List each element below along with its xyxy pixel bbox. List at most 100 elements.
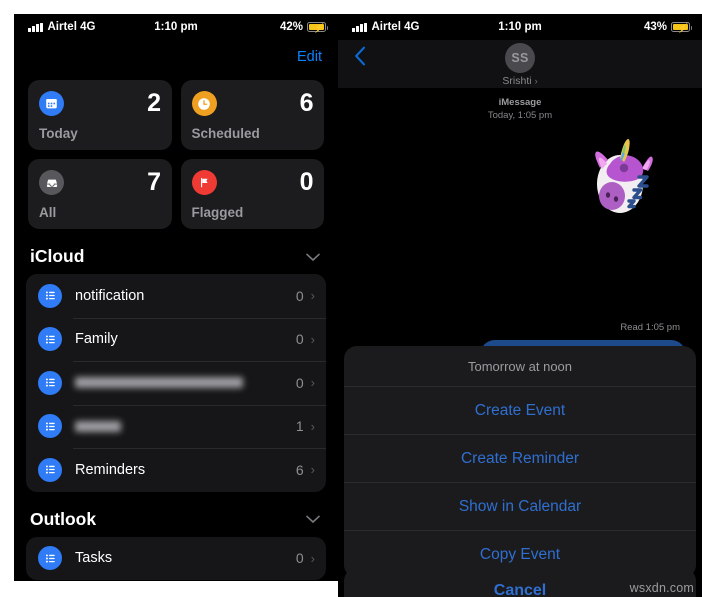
message-thread: iMessage Today, 1:05 pm Read 1:05 pm <box>338 88 702 388</box>
list-item-count: 0 <box>295 550 304 567</box>
chevron-right-icon: › <box>310 550 315 566</box>
cellular-signal-icon <box>28 22 43 32</box>
smart-card-today[interactable]: 2 Today <box>28 80 172 150</box>
action-sheet-title: Tomorrow at noon <box>467 359 573 374</box>
list-item-label: Family <box>75 331 118 348</box>
contact-name-group: Srishti › <box>502 75 537 87</box>
list-item-label: Tasks <box>75 550 113 567</box>
left-status-battery-group: 42% ⚡ <box>279 21 328 33</box>
list-item-count: 0 <box>295 287 304 304</box>
list-item-count: 1 <box>295 418 304 435</box>
smart-card-top: 0 <box>191 168 314 197</box>
messages-app-screenshot: Airtel 4G 1:10 pm 43% ⚡ SS Srishti › iMe… <box>338 14 702 597</box>
cellular-signal-icon <box>352 22 367 32</box>
list-item-label-redacted <box>75 377 243 389</box>
smart-card-label: Flagged <box>191 205 244 220</box>
thread-date-label: Today, 1:05 pm <box>487 110 553 121</box>
flag-icon <box>191 170 217 195</box>
avatar: SS <box>505 43 535 73</box>
list-icon <box>38 414 62 439</box>
smart-card-count: 7 <box>147 168 161 196</box>
right-status-carrier-group: Airtel 4G <box>352 21 419 33</box>
list-item[interactable]: Tasks 0 › <box>26 537 326 581</box>
list-item[interactable]: 0 › <box>26 361 326 405</box>
smart-card-top: 2 <box>39 89 161 118</box>
smart-card-label: Scheduled <box>191 126 260 141</box>
thread-service-label: iMessage <box>498 97 542 108</box>
chevron-down-icon[interactable] <box>306 250 320 264</box>
list-item-meta: 0 › <box>296 288 315 304</box>
list-group-icloud: notification 0 › Family 0 › 0 › 1 › Remi… <box>26 274 326 492</box>
data-detector-action-sheet: Tomorrow at noon Create Event Create Rem… <box>344 346 696 578</box>
list-icon <box>38 457 62 482</box>
chevron-left-icon[interactable] <box>354 46 366 70</box>
list-item-label: Reminders <box>75 461 146 478</box>
edit-button[interactable]: Edit <box>297 49 322 65</box>
left-status-bar: Airtel 4G 1:10 pm 42% ⚡ <box>14 14 338 40</box>
list-item-meta: 1 › <box>296 418 315 434</box>
group-header-icloud[interactable]: iCloud <box>14 229 338 274</box>
list-icon <box>38 546 62 571</box>
battery-charging-icon: ⚡ <box>671 22 692 33</box>
chevron-right-icon: › <box>310 418 315 434</box>
reminders-app-screenshot: Airtel 4G 1:10 pm 42% ⚡ Edit 2 Today 6 S… <box>14 14 338 581</box>
chevron-right-icon: › <box>310 331 315 347</box>
calendar-icon <box>39 91 64 116</box>
action-create-reminder[interactable]: Create Reminder <box>344 434 696 482</box>
read-receipt: Read 1:05 pm <box>620 322 680 333</box>
list-icon <box>38 370 62 395</box>
smart-lists-grid: 2 Today 6 Scheduled 7 All 0 Flagged <box>14 74 338 229</box>
list-item-count: 6 <box>295 461 304 478</box>
list-group-outlook: Tasks 0 › <box>26 536 326 581</box>
smart-card-scheduled[interactable]: 6 Scheduled <box>180 80 324 150</box>
list-item[interactable]: notification 0 › <box>26 274 326 318</box>
list-item-count: 0 <box>295 374 304 391</box>
smart-card-flagged[interactable]: 0 Flagged <box>180 159 324 229</box>
group-title: Outlook <box>30 508 97 529</box>
group-title: iCloud <box>30 246 85 266</box>
left-status-carrier-group: Airtel 4G <box>28 21 95 33</box>
watermark: wsxdn.com <box>629 581 694 595</box>
chevron-right-icon: › <box>310 375 315 391</box>
chevron-right-icon: › <box>534 76 538 86</box>
list-item-count: 0 <box>295 331 304 348</box>
sleeping-unicorn-sticker[interactable] <box>576 128 668 220</box>
chevron-down-icon[interactable] <box>306 512 320 526</box>
chevron-right-icon: › <box>310 462 315 478</box>
list-item[interactable]: 1 › <box>26 404 326 449</box>
carrier-label: Airtel 4G <box>47 21 96 33</box>
smart-card-count: 0 <box>299 168 314 196</box>
list-item-label: notification <box>75 287 145 304</box>
battery-percent-label: 42% <box>279 21 303 33</box>
screenshot-stage: Airtel 4G 1:10 pm 42% ⚡ Edit 2 Today 6 S… <box>0 0 702 597</box>
smart-card-top: 7 <box>39 168 161 197</box>
thread-timestamp: iMessage Today, 1:05 pm <box>338 88 702 122</box>
smart-card-label: Today <box>39 126 78 141</box>
smart-card-label: All <box>39 205 57 220</box>
smart-card-count: 6 <box>299 89 314 117</box>
list-item-meta: 0 › <box>296 550 315 566</box>
action-create-event[interactable]: Create Event <box>344 386 696 434</box>
group-header-outlook[interactable]: Outlook <box>14 492 338 537</box>
battery-percent-label: 43% <box>643 21 667 33</box>
reminders-nav-bar: Edit <box>14 40 338 74</box>
list-item-meta: 6 › <box>296 462 315 478</box>
smart-card-top: 6 <box>191 89 314 118</box>
action-show-in-calendar[interactable]: Show in Calendar <box>344 482 696 530</box>
carrier-label: Airtel 4G <box>371 21 420 33</box>
contact-header[interactable]: SS Srishti › <box>502 43 538 87</box>
right-status-battery-group: 43% ⚡ <box>643 21 692 33</box>
list-item-meta: 0 › <box>296 375 315 391</box>
list-item[interactable]: Reminders 6 › <box>26 448 326 492</box>
list-icon <box>38 283 62 308</box>
smart-card-count: 2 <box>147 89 161 117</box>
battery-charging-icon: ⚡ <box>307 22 328 33</box>
right-status-bar: Airtel 4G 1:10 pm 43% ⚡ <box>338 14 702 40</box>
inbox-icon <box>39 170 64 195</box>
messages-nav-bar: SS Srishti › <box>338 40 702 88</box>
clock-icon <box>191 91 217 116</box>
list-item[interactable]: Family 0 › <box>26 317 326 362</box>
list-item-label-redacted <box>75 420 121 432</box>
smart-card-all[interactable]: 7 All <box>28 159 172 229</box>
list-item-meta: 0 › <box>296 331 315 347</box>
